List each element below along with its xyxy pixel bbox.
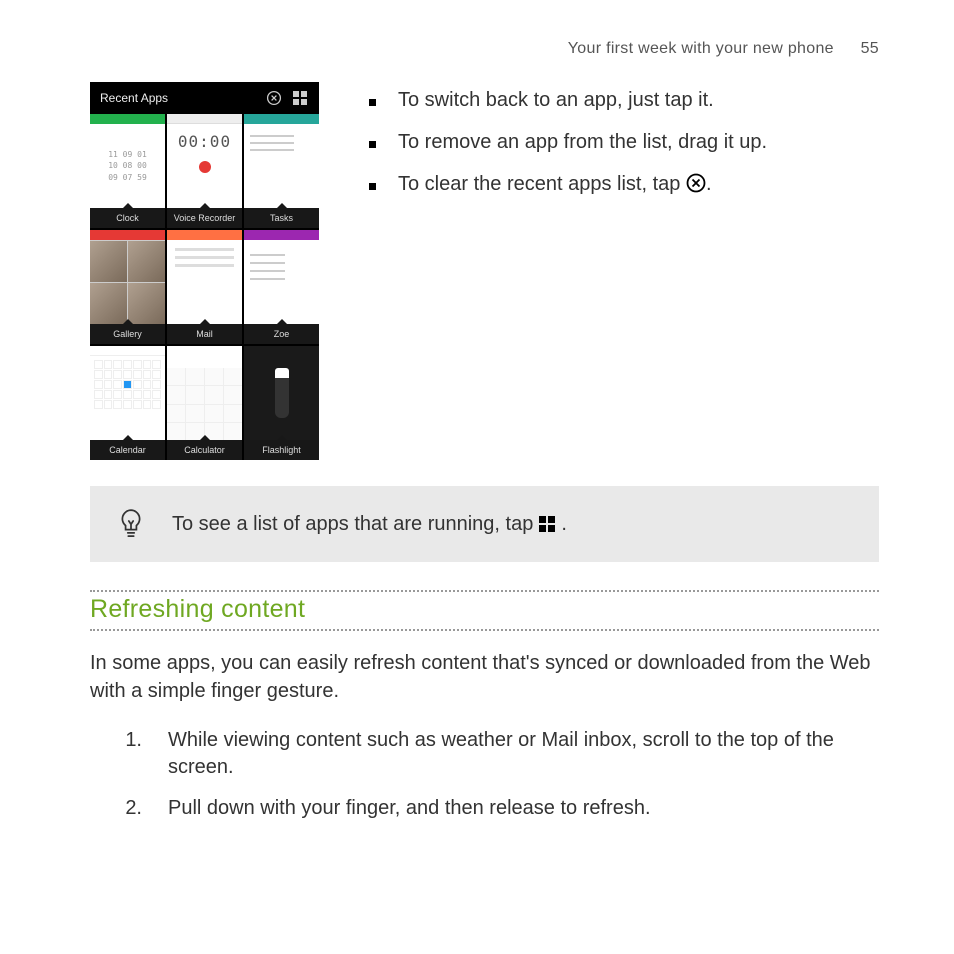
app-card-clock: 11 09 0110 08 0009 07 59 Clock <box>90 114 165 228</box>
bullet-item: To remove an app from the list, drag it … <box>369 128 879 156</box>
bullet-text: To remove an app from the list, drag it … <box>398 128 767 156</box>
step-number: 1. <box>120 727 142 781</box>
lightbulb-icon <box>118 508 144 540</box>
app-card-calculator: Calculator <box>167 346 242 460</box>
grid-icon <box>539 516 555 532</box>
app-card-gallery: Gallery <box>90 230 165 344</box>
screenshot-title: Recent Apps <box>100 91 257 105</box>
section-heading-wrap: Refreshing content <box>90 590 879 631</box>
bullet-marker-icon <box>369 99 376 106</box>
app-card-voice-recorder: 00:00 Voice Recorder <box>167 114 242 228</box>
app-label: Voice Recorder <box>167 208 242 228</box>
close-circle-icon <box>686 173 706 193</box>
section-intro: In some apps, you can easily refresh con… <box>90 649 879 705</box>
app-label: Tasks <box>244 208 319 228</box>
instruction-bullets: To switch back to an app, just tap it. T… <box>369 82 879 460</box>
app-card-tasks: Tasks <box>244 114 319 228</box>
grid-icon <box>291 89 309 107</box>
app-label: Zoe <box>244 324 319 344</box>
section-heading: Refreshing content <box>90 595 879 624</box>
step-number: 2. <box>120 795 142 822</box>
app-label: Clock <box>90 208 165 228</box>
step-item: 2. Pull down with your finger, and then … <box>120 795 879 822</box>
app-card-calendar: Calendar <box>90 346 165 460</box>
close-circle-icon <box>265 89 283 107</box>
app-label: Mail <box>167 324 242 344</box>
app-card-mail: Mail <box>167 230 242 344</box>
app-label: Calculator <box>167 440 242 460</box>
bullet-item: To switch back to an app, just tap it. <box>369 86 879 114</box>
bullet-text: To switch back to an app, just tap it. <box>398 86 714 114</box>
bullet-text: To clear the recent apps list, tap . <box>398 170 712 198</box>
app-label: Calendar <box>90 440 165 460</box>
step-text: Pull down with your finger, and then rel… <box>168 795 651 822</box>
numbered-steps: 1. While viewing content such as weather… <box>90 727 879 822</box>
step-text: While viewing content such as weather or… <box>168 727 879 781</box>
running-header: Your first week with your new phone 55 <box>90 40 879 58</box>
recent-apps-screenshot: Recent Apps 11 09 0110 08 0009 07 59 Clo… <box>90 82 319 460</box>
tip-text: To see a list of apps that are running, … <box>172 513 567 536</box>
app-label: Flashlight <box>244 440 319 460</box>
app-label: Gallery <box>90 324 165 344</box>
step-item: 1. While viewing content such as weather… <box>120 727 879 781</box>
bullet-marker-icon <box>369 183 376 190</box>
bullet-marker-icon <box>369 141 376 148</box>
page-number: 55 <box>861 40 879 57</box>
chapter-title: Your first week with your new phone <box>568 40 834 57</box>
screenshot-header: Recent Apps <box>90 82 319 114</box>
app-card-zoe: Zoe <box>244 230 319 344</box>
tip-callout: To see a list of apps that are running, … <box>90 486 879 562</box>
bullet-item: To clear the recent apps list, tap . <box>369 170 879 198</box>
app-card-flashlight: Flashlight <box>244 346 319 460</box>
